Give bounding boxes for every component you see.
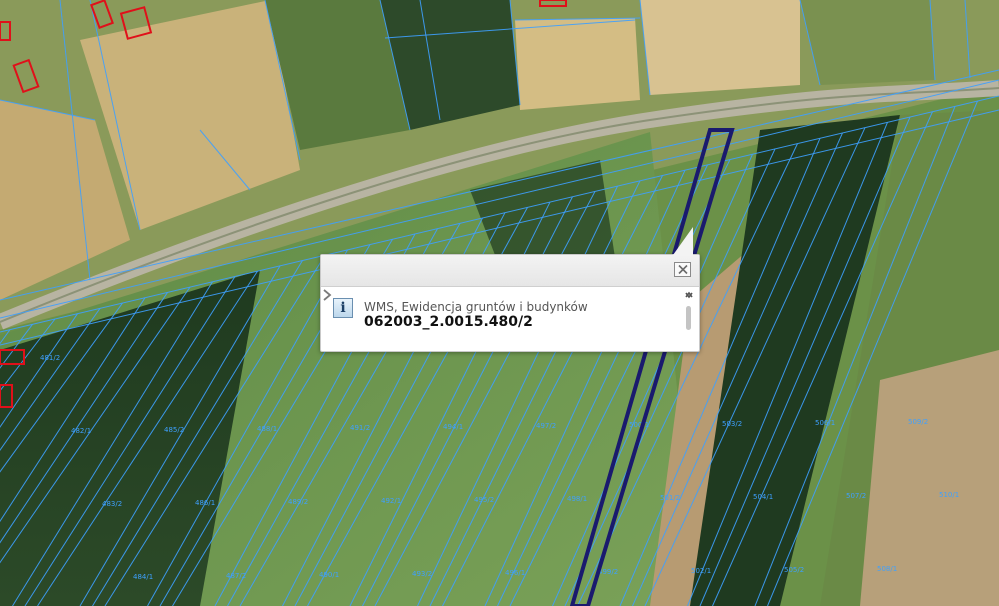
- parcel-id[interactable]: 062003_2.0015.480/2: [364, 314, 533, 330]
- parcel-label: 504/1: [753, 493, 773, 501]
- parcel-label: 500/1: [629, 421, 649, 429]
- stubble-field-3: [515, 18, 640, 110]
- parcel-label: 486/1: [195, 499, 215, 507]
- parcel-label: 491/2: [350, 424, 370, 432]
- meadow-ne: [800, 0, 935, 85]
- parcel-label: 509/2: [908, 418, 928, 426]
- scroll-down-icon[interactable]: [683, 290, 695, 300]
- parcel-label: 507/2: [846, 492, 866, 500]
- popup-header: [321, 255, 699, 287]
- parcel-label: 506/1: [815, 419, 835, 427]
- parcel-label: 487/2: [226, 572, 246, 580]
- parcel-label: 484/1: [133, 573, 153, 581]
- info-icon: i: [333, 298, 353, 318]
- parcel-label: 488/1: [257, 425, 277, 433]
- parcel-label: 485/2: [164, 426, 184, 434]
- parcel-label: 492/1: [381, 497, 401, 505]
- parcel-label: 496/1: [505, 569, 525, 577]
- chevron-right-icon[interactable]: [321, 287, 333, 303]
- popup-pointer: [673, 227, 693, 255]
- parcel-label: 510/1: [939, 491, 959, 499]
- identify-popup: i WMS, Ewidencja gruntów i budynków 0620…: [320, 227, 700, 353]
- parcel-label: 495/2: [474, 496, 494, 504]
- parcel-label: 489/2: [288, 498, 308, 506]
- parcel-label: 493/2: [412, 570, 432, 578]
- parcel-label: 501/2: [660, 494, 680, 502]
- stubble-field-4: [640, 0, 800, 95]
- parcel-label: 482/1: [71, 427, 91, 435]
- popup-body: i WMS, Ewidencja gruntów i budynków 0620…: [321, 287, 699, 353]
- close-button[interactable]: [674, 262, 691, 277]
- parcel-label: 481/2: [40, 354, 60, 362]
- parcel-label: 494/1: [443, 423, 463, 431]
- popup-scrollbar[interactable]: [683, 290, 695, 348]
- parcel-label: 508/1: [877, 565, 897, 573]
- parcel-label: 502/1: [691, 567, 711, 575]
- close-icon: [678, 264, 688, 275]
- parcel-label: 490/1: [319, 571, 339, 579]
- result-source: WMS, Ewidencja gruntów i budynków: [364, 300, 588, 314]
- parcel-label: 503/2: [722, 420, 742, 428]
- scroll-thumb[interactable]: [686, 306, 691, 330]
- parcel-label: 498/1: [567, 495, 587, 503]
- parcel-label: 497/2: [536, 422, 556, 430]
- parcel-label: 505/2: [784, 566, 804, 574]
- map-view[interactable]: 481/2 482/1 483/2 484/1 485/2 486/1 487/2 488/1…: [0, 0, 999, 606]
- parcel-label: 483/2: [102, 500, 122, 508]
